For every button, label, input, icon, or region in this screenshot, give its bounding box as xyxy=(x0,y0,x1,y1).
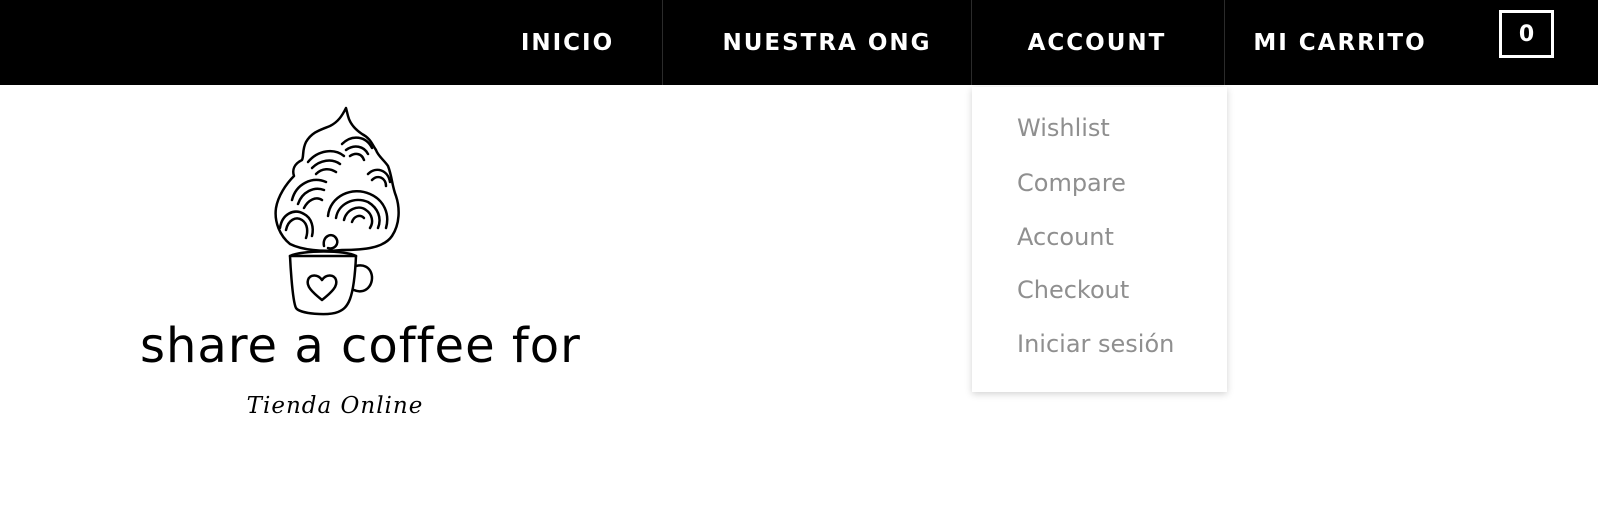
menu-item-wishlist[interactable]: Wishlist xyxy=(1017,111,1110,145)
account-dropdown-menu: Wishlist Compare Account Checkout Inicia… xyxy=(972,87,1227,392)
menu-item-compare[interactable]: Compare xyxy=(1017,166,1126,200)
menu-item-account[interactable]: Account xyxy=(1017,220,1114,254)
menu-item-iniciar-sesion[interactable]: Iniciar sesión xyxy=(1017,327,1174,361)
logo-subtitle: Tienda Online xyxy=(246,393,424,419)
nav-link-inicio[interactable]: INICIO xyxy=(505,0,630,85)
nav-link-account[interactable]: ACCOUNT xyxy=(972,0,1222,85)
coffee-cup-logo-icon[interactable] xyxy=(272,104,412,324)
logo-title[interactable]: share a coffee for xyxy=(140,318,580,374)
nav-link-mi-carrito[interactable]: MI CARRITO xyxy=(1225,0,1455,85)
top-navigation-bar: INICIO NUESTRA ONG ACCOUNT MI CARRITO 0 xyxy=(0,0,1598,85)
menu-item-checkout[interactable]: Checkout xyxy=(1017,273,1129,307)
nav-link-nuestra-ong[interactable]: NUESTRA ONG xyxy=(662,0,992,85)
cart-count-badge[interactable]: 0 xyxy=(1499,10,1554,58)
